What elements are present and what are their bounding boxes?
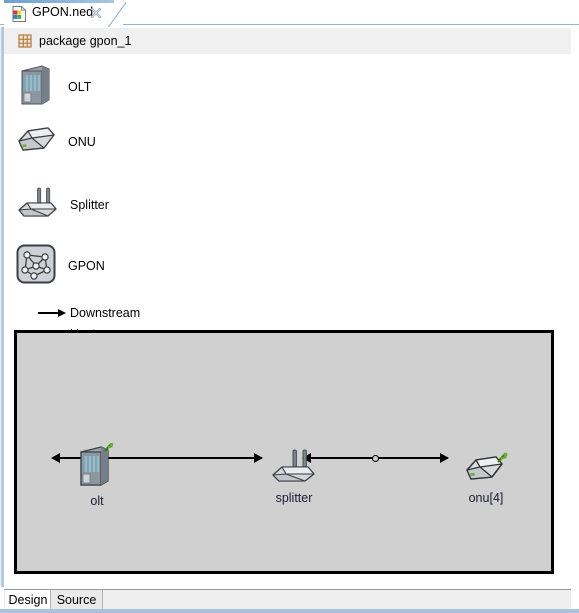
connection-splitter-onu[interactable] bbox=[310, 457, 448, 459]
canvas-node-label: splitter bbox=[275, 491, 313, 505]
canvas-node-onu[interactable]: onu[4] bbox=[462, 448, 510, 505]
tab-design[interactable]: Design bbox=[5, 590, 51, 609]
gate-pin bbox=[104, 442, 114, 452]
tab-active-accent bbox=[4, 0, 114, 3]
palette-item-label: ONU bbox=[68, 134, 96, 149]
splitter-antenna-icon bbox=[18, 186, 58, 223]
palette-item-gpon[interactable]: GPON bbox=[16, 244, 105, 287]
palette-item-label: Splitter bbox=[70, 197, 109, 212]
palette-connection-label: Downstream bbox=[70, 306, 141, 320]
palette-item-splitter[interactable]: Splitter bbox=[18, 186, 109, 223]
onu-box-icon bbox=[462, 448, 510, 489]
editor-tab-label: GPON.ned bbox=[32, 5, 94, 19]
editor-tab-gpon-ned[interactable]: GPON.ned bbox=[4, 0, 126, 27]
arrow-right-icon bbox=[38, 308, 66, 318]
olt-server-icon bbox=[18, 63, 52, 110]
tab-strip-underline bbox=[118, 24, 579, 25]
ned-file-icon bbox=[12, 5, 27, 22]
palette-item-onu[interactable]: ONU bbox=[18, 125, 96, 158]
package-grid-icon bbox=[18, 34, 32, 48]
palette-connection-downstream[interactable]: Downstream bbox=[38, 306, 140, 320]
tab-source[interactable]: Source bbox=[51, 590, 103, 609]
olt-server-icon bbox=[77, 442, 117, 492]
package-declaration-text: package gpon_1 bbox=[39, 34, 132, 48]
gate-pin bbox=[497, 452, 508, 463]
onu-box-icon bbox=[18, 125, 56, 158]
canvas-node-splitter[interactable]: splitter bbox=[272, 448, 316, 505]
tab-slanted-edge-border bbox=[108, 2, 126, 27]
splitter-antenna-icon bbox=[272, 448, 316, 489]
palette-item-label: OLT bbox=[68, 79, 92, 94]
gpon-network-icon bbox=[16, 244, 56, 287]
tab-design-label: Design bbox=[8, 592, 48, 607]
package-header-bar: package gpon_1 bbox=[4, 28, 571, 54]
canvas-node-label: onu[4] bbox=[468, 491, 504, 505]
canvas-node-label: olt bbox=[90, 494, 104, 508]
palette-item-olt[interactable]: OLT bbox=[18, 63, 91, 110]
editor-tab-strip: GPON.ned bbox=[0, 0, 579, 27]
window-bottom-border bbox=[0, 609, 579, 613]
ned-editor-window: GPON.ned package gpon_1 OLT ONU Splitter… bbox=[0, 0, 579, 613]
network-design-canvas[interactable]: olt splitter onu[4] bbox=[14, 330, 554, 574]
palette-item-label: GPON bbox=[68, 258, 105, 273]
palette-prototype-list: OLT ONU Splitter GPON Downstream bbox=[4, 58, 304, 341]
connection-arrowhead-right bbox=[440, 453, 449, 463]
connection-midpoint-handle[interactable] bbox=[372, 454, 379, 462]
tab-source-label: Source bbox=[56, 592, 97, 607]
close-icon[interactable] bbox=[89, 6, 103, 20]
connection-arrowhead-right bbox=[254, 453, 263, 463]
editor-view-tabs: Design Source bbox=[4, 589, 571, 609]
canvas-node-olt[interactable]: olt bbox=[77, 442, 117, 508]
